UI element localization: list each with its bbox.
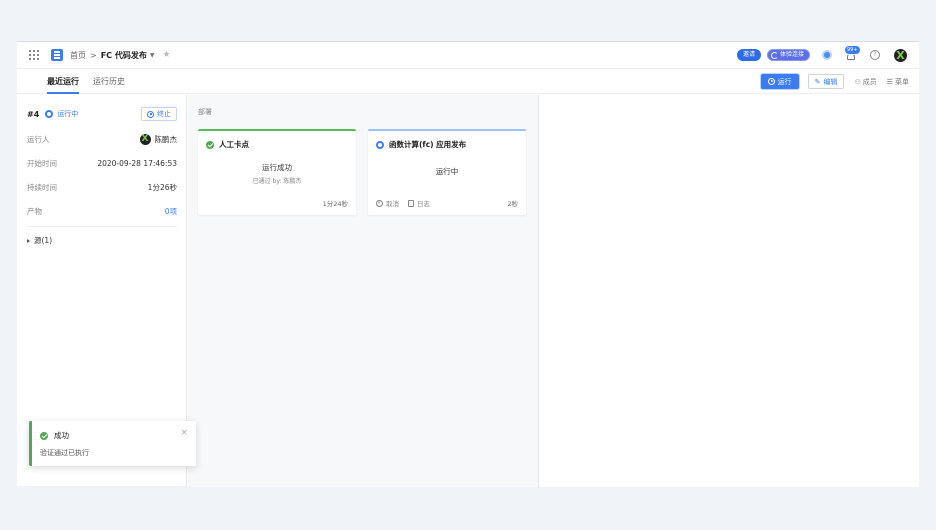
job-cards: 人工卡点 运行成功 已通过 by: 陈鹏杰 1分24秒 函数计算(fc) 应用发… — [198, 129, 528, 215]
stage-title: 部署 — [198, 108, 212, 116]
breadcrumb-separator: > — [90, 50, 97, 60]
artifact-label: 产物 — [27, 206, 42, 216]
job-result: 运行成功 — [262, 163, 292, 172]
toast-message: 验证通过已执行 — [40, 449, 89, 457]
cancel-icon: × — [376, 199, 383, 207]
notification-bell[interactable]: 99+ — [844, 44, 861, 61]
stop-label: 终止 — [157, 110, 171, 118]
cancel-label: 取消 — [386, 200, 399, 208]
running-icon — [45, 110, 54, 118]
start-time-value: 2020-09-28 17:46:53 — [97, 158, 177, 168]
log-icon — [408, 199, 414, 207]
experience-button[interactable]: 体验连接 — [766, 49, 810, 61]
menu-icon: ☰ — [886, 77, 893, 86]
duration-label: 持续时间 — [27, 182, 57, 192]
artifact-link[interactable]: 0项 — [165, 206, 177, 217]
log-label: 日志 — [417, 200, 430, 208]
header-actions: 邀请 体验连接 99+ ? X — [736, 44, 907, 62]
success-check-icon — [206, 140, 214, 149]
job-title: 人工卡点 — [219, 140, 249, 149]
runner-avatar: X — [139, 133, 151, 145]
app-grid-icon[interactable] — [29, 50, 39, 60]
breadcrumb-home[interactable]: 首页 — [70, 50, 86, 61]
pencil-icon: ✎ — [814, 77, 821, 86]
duration-row: 持续时间 1分26秒 — [27, 181, 177, 193]
source-toggle[interactable]: 源(1) — [27, 235, 177, 246]
stop-button[interactable]: 终止 — [141, 107, 177, 121]
artifact-row: 产物 0项 — [27, 205, 177, 217]
success-toast: 成功 验证通过已执行 × — [29, 421, 196, 466]
job-approved-by: 已通过 by: 陈鹏杰 — [252, 178, 302, 185]
members-link[interactable]: ⚇ 成员 — [854, 77, 876, 87]
job-card-fc-deploy[interactable]: 函数计算(fc) 应用发布 运行中 × 取消 日志 2秒 — [368, 129, 526, 215]
pipeline-title[interactable]: FC 代码发布 — [101, 50, 147, 61]
invite-button[interactable]: 邀请 — [736, 49, 761, 61]
project-icon — [51, 49, 63, 61]
start-time-label: 开始时间 — [27, 158, 57, 168]
empty-stage-area — [540, 95, 919, 487]
run-number: #4 — [27, 109, 40, 119]
toast-title: 成功 — [54, 431, 69, 440]
tab-recent-runs[interactable]: 最近运行 — [47, 69, 79, 94]
menu-link[interactable]: ☰ 菜单 — [887, 77, 909, 87]
stage-column: 部署 人工卡点 运行成功 已通过 by: 陈鹏杰 1分24秒 函数计算(fc) … — [188, 95, 539, 487]
job-title: 函数计算(fc) 应用发布 — [389, 140, 467, 149]
chevron-down-icon[interactable]: ▼ — [150, 52, 155, 59]
status-dot-icon[interactable] — [822, 50, 832, 60]
runner-label: 运行人 — [27, 134, 50, 144]
close-icon[interactable]: × — [180, 428, 188, 438]
duration-value: 1分26秒 — [147, 182, 177, 192]
job-duration: 1分24秒 — [322, 200, 348, 208]
job-result: 运行中 — [435, 167, 459, 176]
runner-value: X 陈鹏杰 — [139, 133, 178, 145]
edit-button[interactable]: ✎ 编辑 — [807, 74, 845, 89]
job-duration: 2秒 — [507, 200, 518, 208]
members-label: 成员 — [862, 77, 877, 86]
stop-icon — [147, 110, 154, 118]
job-card-manual-gate[interactable]: 人工卡点 运行成功 已通过 by: 陈鹏杰 1分24秒 — [198, 129, 356, 215]
source-label: 源(1) — [34, 236, 53, 245]
connect-icon — [770, 51, 778, 59]
toast-header: 成功 — [40, 430, 188, 441]
caret-right-icon — [27, 238, 30, 243]
user-icon: ⚇ — [854, 77, 861, 86]
running-icon — [376, 140, 384, 149]
experience-label: 体验连接 — [779, 51, 804, 58]
run-label: 运行 — [777, 77, 792, 86]
runner-row: 运行人 X 陈鹏杰 — [27, 133, 177, 145]
top-bar: 首页 > FC 代码发布 ▼ ★ 邀请 体验连接 99+ ? X — [17, 42, 919, 69]
success-check-icon — [40, 431, 48, 440]
pipeline-actions: 运行 ✎ 编辑 ⚇ 成员 ☰ 菜单 — [760, 74, 909, 89]
run-button[interactable]: 运行 — [760, 74, 799, 89]
tab-run-history[interactable]: 运行历史 — [93, 69, 125, 94]
play-icon — [767, 78, 775, 85]
help-icon[interactable]: ? — [870, 50, 880, 60]
job-card-header: 人工卡点 — [198, 131, 356, 150]
runner-name: 陈鹏杰 — [154, 134, 178, 144]
star-icon[interactable]: ★ — [162, 50, 170, 60]
run-header: #4 运行中 终止 — [27, 107, 177, 121]
cancel-job-button[interactable]: × 取消 — [376, 198, 399, 208]
edit-label: 编辑 — [823, 77, 838, 86]
job-card-header: 函数计算(fc) 应用发布 — [368, 131, 526, 150]
log-button[interactable]: 日志 — [408, 198, 430, 208]
menu-label: 菜单 — [895, 77, 909, 86]
tab-bar: 最近运行 运行历史 运行 ✎ 编辑 ⚇ 成员 ☰ 菜单 — [17, 69, 919, 94]
divider — [27, 226, 177, 227]
app-window: 首页 > FC 代码发布 ▼ ★ 邀请 体验连接 99+ ? X 最近运行 运行… — [17, 41, 919, 487]
notification-badge: 99+ — [844, 44, 861, 55]
user-avatar[interactable]: X — [894, 48, 907, 62]
job-actions: × 取消 日志 — [376, 198, 430, 208]
run-status: 运行中 — [57, 110, 79, 118]
start-time-row: 开始时间 2020-09-28 17:46:53 — [27, 157, 177, 169]
